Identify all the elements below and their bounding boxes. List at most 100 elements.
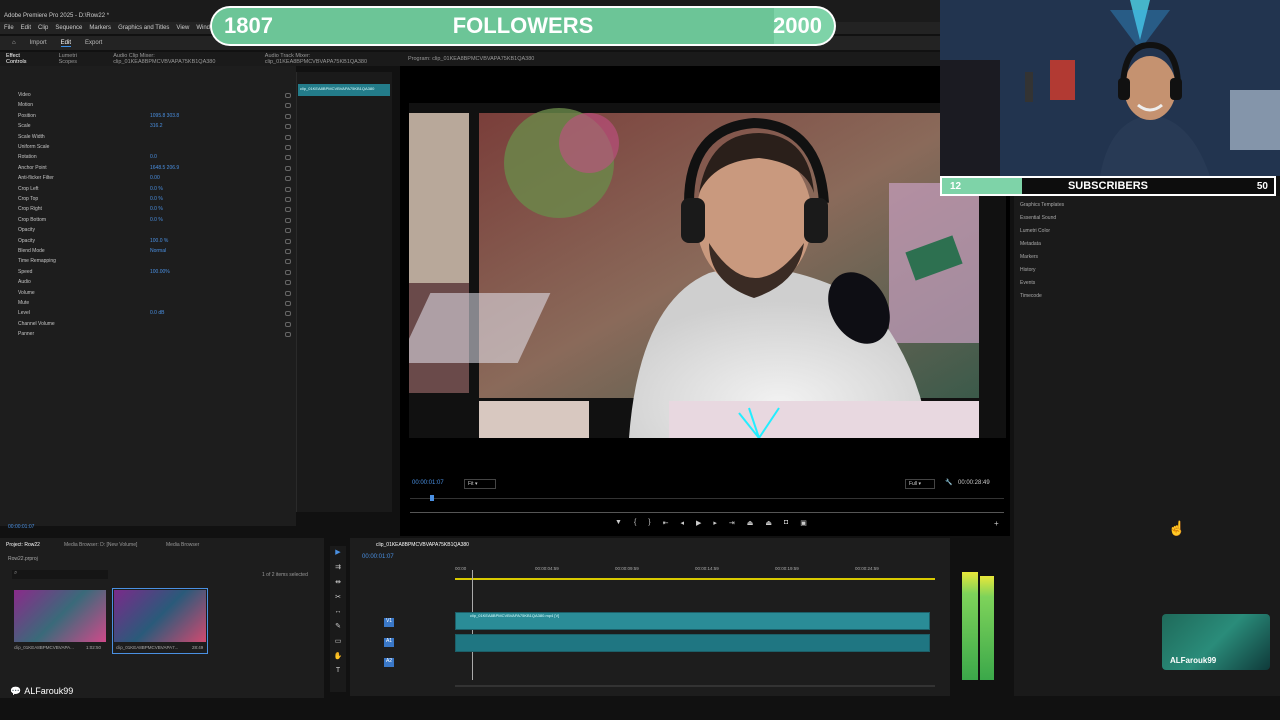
add-button-icon[interactable]: +: [994, 519, 999, 528]
reset-parameter-icon[interactable]: [285, 103, 291, 109]
compare-icon[interactable]: ▣: [800, 519, 807, 527]
panel-item-lumetri-color[interactable]: Lumetri Color: [1020, 228, 1050, 234]
reset-parameter-icon[interactable]: [285, 165, 291, 171]
slip-tool-icon[interactable]: ↔: [335, 608, 342, 615]
effect-row-value[interactable]: 1648.5 206.9: [150, 165, 179, 171]
step-forward-icon[interactable]: ▸: [713, 519, 717, 527]
razor-tool-icon[interactable]: ✂: [335, 593, 341, 601]
menu-item-view[interactable]: View: [176, 25, 189, 31]
extract-icon[interactable]: ⏏: [765, 519, 772, 527]
panel-item-essential-sound[interactable]: Essential Sound: [1020, 215, 1056, 221]
step-back-icon[interactable]: ◂: [681, 519, 685, 527]
effect-row-value[interactable]: 0.00: [150, 175, 160, 181]
panel-item-markers[interactable]: Markers: [1020, 254, 1038, 260]
panel-item-history[interactable]: History: [1020, 267, 1036, 273]
reset-parameter-icon[interactable]: [285, 176, 291, 182]
tab-edit[interactable]: Edit: [60, 40, 71, 47]
go-to-out-icon[interactable]: ⇥: [729, 519, 735, 527]
wrench-icon[interactable]: 🔧: [945, 479, 952, 486]
panel-item-timecode[interactable]: Timecode: [1020, 293, 1042, 299]
menu-item-markers[interactable]: Markers: [89, 25, 111, 31]
reset-parameter-icon[interactable]: [285, 321, 291, 327]
audio-clip-a1[interactable]: [455, 634, 930, 652]
tab-lumetri-scopes[interactable]: Lumetri Scopes: [59, 53, 94, 65]
reset-parameter-icon[interactable]: [285, 290, 291, 296]
reset-parameter-icon[interactable]: [285, 249, 291, 254]
fit-select[interactable]: Fit ▾: [464, 479, 496, 489]
rectangle-tool-icon[interactable]: ▭: [335, 637, 342, 645]
clip-thumbnail-1[interactable]: [14, 590, 106, 642]
marker-icon[interactable]: ▼: [615, 519, 622, 527]
hand-tool-icon[interactable]: ✋: [334, 652, 343, 660]
timeline-ruler[interactable]: 00:00 00:00:04:59 00:00:09:59 00:00:14:59 00…: [455, 566, 935, 578]
work-area-bar[interactable]: [455, 578, 935, 580]
play-icon[interactable]: ▶: [696, 519, 701, 527]
selection-tool-icon[interactable]: ▶: [335, 548, 340, 556]
reset-parameter-icon[interactable]: [285, 113, 291, 119]
track-a2-label[interactable]: A2: [384, 658, 394, 667]
reset-parameter-icon[interactable]: [285, 259, 291, 265]
tab-media-browser-d[interactable]: Media Browser: D: [New Volume]: [64, 542, 137, 548]
pen-tool-icon[interactable]: ✎: [335, 622, 341, 630]
reset-parameter-icon[interactable]: [285, 93, 291, 98]
effect-row-value[interactable]: Normal: [150, 248, 166, 254]
reset-parameter-icon[interactable]: [285, 269, 291, 275]
track-v1-label[interactable]: V1: [384, 618, 394, 627]
full-select[interactable]: Full ▾: [905, 479, 935, 489]
panel-item-graphics-templates[interactable]: Graphics Templates: [1020, 202, 1064, 208]
type-tool-icon[interactable]: T: [336, 667, 340, 674]
effect-row-value[interactable]: 1095.8 303.8: [150, 113, 179, 119]
reset-parameter-icon[interactable]: [285, 228, 291, 234]
ec-clip-bar[interactable]: clip_01KEA8BPMCVBVAPA75KB1QA380: [298, 84, 390, 96]
out-point-icon[interactable]: }: [648, 519, 650, 527]
reset-parameter-icon[interactable]: [285, 197, 291, 202]
effect-row-value[interactable]: 0.0 %: [150, 196, 163, 202]
lift-icon[interactable]: ⏏: [747, 519, 754, 527]
reset-parameter-icon[interactable]: [285, 124, 291, 130]
effect-row-value[interactable]: 316.2: [150, 123, 163, 129]
program-zoom-bar[interactable]: [410, 512, 1004, 513]
reset-parameter-icon[interactable]: [285, 217, 291, 223]
in-point-icon[interactable]: {: [634, 519, 636, 527]
tab-effect-controls[interactable]: Effect Controls: [6, 53, 39, 65]
clip-thumbnail-2[interactable]: [114, 590, 206, 642]
tab-audio-clip-mixer[interactable]: Audio Clip Mixer: clip_01KEA8BPMCVBVAPA7…: [113, 53, 245, 65]
reset-parameter-icon[interactable]: [285, 311, 291, 317]
menu-item-file[interactable]: File: [4, 25, 14, 31]
tab-import[interactable]: Import: [30, 40, 47, 46]
effect-row-value[interactable]: 0.0 %: [150, 206, 163, 212]
tab-export[interactable]: Export: [85, 40, 102, 46]
menu-item-sequence[interactable]: Sequence: [55, 25, 82, 31]
effect-row-value[interactable]: 0.0 %: [150, 217, 163, 223]
effect-row-value[interactable]: 0.0 %: [150, 186, 163, 192]
reset-parameter-icon[interactable]: [285, 145, 291, 150]
program-scrubber[interactable]: [410, 498, 1004, 499]
tab-audio-track-mixer[interactable]: Audio Track Mixer: clip_01KEA8BPMCVBVAPA…: [265, 53, 400, 65]
home-icon[interactable]: ⌂: [12, 40, 16, 46]
reset-parameter-icon[interactable]: [285, 332, 291, 338]
camera-icon[interactable]: ◘: [784, 519, 788, 527]
effect-row-value[interactable]: 100.0 %: [150, 238, 168, 244]
project-search-input[interactable]: [12, 570, 108, 579]
effect-row-value[interactable]: 100.00%: [150, 269, 170, 275]
menu-item-clip[interactable]: Clip: [38, 25, 48, 31]
panel-item-metadata[interactable]: Metadata: [1020, 241, 1041, 247]
reset-parameter-icon[interactable]: [285, 301, 291, 306]
reset-parameter-icon[interactable]: [285, 280, 291, 286]
video-clip-v1[interactable]: clip_01KEA8BPMCVBVAPA75KB1QA380.mp4 [V]: [455, 612, 930, 630]
panel-item-events[interactable]: Events: [1020, 280, 1035, 286]
ripple-edit-icon[interactable]: ⇹: [335, 578, 341, 586]
project-title[interactable]: Project: Row22: [6, 542, 40, 548]
tab-media-browser[interactable]: Media Browser: [166, 542, 199, 548]
reset-parameter-icon[interactable]: [285, 155, 291, 161]
menu-item-edit[interactable]: Edit: [21, 25, 31, 31]
reset-parameter-icon[interactable]: [285, 207, 291, 213]
menu-item-graphics-and-titles[interactable]: Graphics and Titles: [118, 25, 169, 31]
track-select-icon[interactable]: ⇉: [335, 563, 341, 571]
reset-parameter-icon[interactable]: [285, 134, 291, 140]
effect-row-value[interactable]: 0.0 dB: [150, 310, 164, 316]
timeline-scrollbar[interactable]: [455, 685, 935, 687]
program-playhead[interactable]: [430, 495, 434, 501]
track-a1-label[interactable]: A1: [384, 638, 394, 647]
reset-parameter-icon[interactable]: [285, 186, 291, 192]
